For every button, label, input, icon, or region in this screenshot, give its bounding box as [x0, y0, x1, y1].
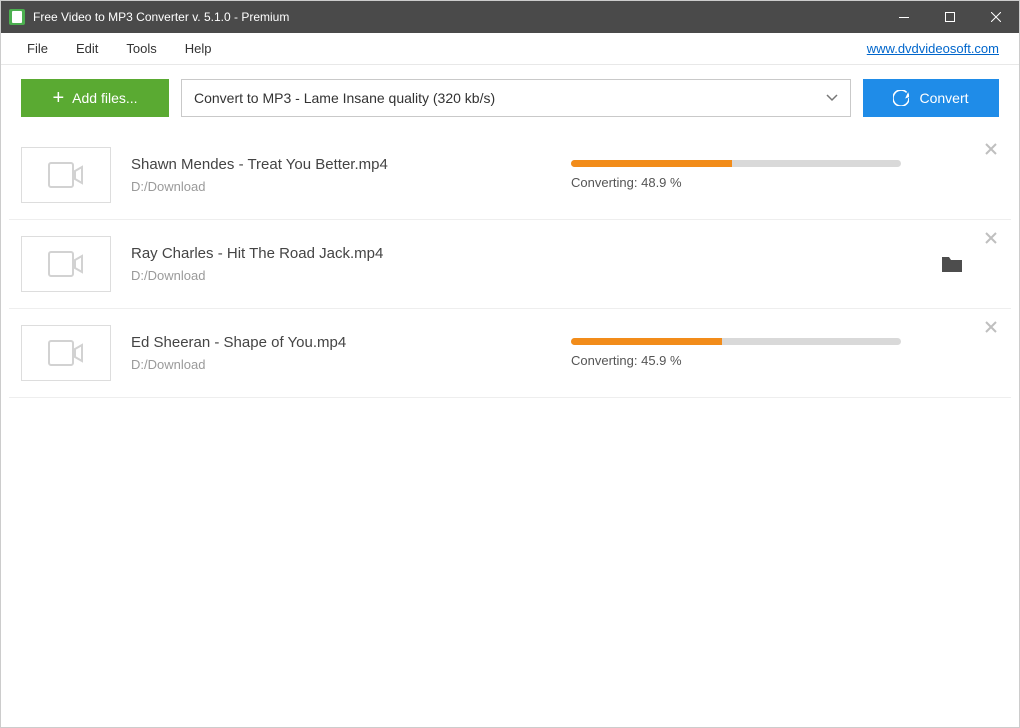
file-list: Shawn Mendes - Treat You Better.mp4 D:/D… — [1, 131, 1019, 398]
progress-bar — [571, 338, 901, 345]
website-link[interactable]: www.dvdvideosoft.com — [867, 41, 1007, 56]
menu-help[interactable]: Help — [171, 35, 226, 62]
convert-label: Convert — [919, 90, 968, 106]
file-name: Ray Charles - Hit The Road Jack.mp4 — [131, 245, 571, 262]
window-title: Free Video to MP3 Converter v. 5.1.0 - P… — [33, 10, 881, 24]
file-row: Ray Charles - Hit The Road Jack.mp4 D:/D… — [9, 220, 1011, 309]
remove-file-icon[interactable] — [985, 232, 997, 244]
convert-button[interactable]: Convert — [863, 79, 999, 117]
add-files-label: Add files... — [72, 90, 137, 106]
status-text: Converting: 48.9 % — [571, 175, 979, 190]
app-icon — [9, 9, 25, 25]
toolbar: + Add files... Convert to MP3 - Lame Ins… — [1, 65, 1019, 131]
menubar: File Edit Tools Help www.dvdvideosoft.co… — [1, 33, 1019, 65]
file-meta: Shawn Mendes - Treat You Better.mp4 D:/D… — [131, 156, 571, 194]
progress-bar — [571, 160, 901, 167]
file-meta: Ray Charles - Hit The Road Jack.mp4 D:/D… — [131, 245, 571, 283]
refresh-icon — [893, 90, 909, 106]
chevron-down-icon — [826, 94, 838, 102]
video-thumbnail — [21, 147, 111, 203]
file-path: D:/Download — [131, 268, 571, 283]
close-button[interactable] — [973, 1, 1019, 33]
menu-edit[interactable]: Edit — [62, 35, 112, 62]
format-label: Convert to MP3 - Lame Insane quality (32… — [194, 90, 495, 106]
file-name: Ed Sheeran - Shape of You.mp4 — [131, 334, 571, 351]
video-thumbnail — [21, 325, 111, 381]
file-row: Ed Sheeran - Shape of You.mp4 D:/Downloa… — [9, 309, 1011, 398]
file-path: D:/Download — [131, 179, 571, 194]
remove-file-icon[interactable] — [985, 143, 997, 155]
file-meta: Ed Sheeran - Shape of You.mp4 D:/Downloa… — [131, 334, 571, 372]
file-row: Shawn Mendes - Treat You Better.mp4 D:/D… — [9, 131, 1011, 220]
file-name: Shawn Mendes - Treat You Better.mp4 — [131, 156, 571, 173]
video-thumbnail — [21, 236, 111, 292]
open-folder-icon[interactable] — [941, 255, 963, 273]
remove-file-icon[interactable] — [985, 321, 997, 333]
format-dropdown[interactable]: Convert to MP3 - Lame Insane quality (32… — [181, 79, 851, 117]
titlebar: Free Video to MP3 Converter v. 5.1.0 - P… — [1, 1, 1019, 33]
minimize-button[interactable] — [881, 1, 927, 33]
menu-file[interactable]: File — [13, 35, 62, 62]
file-path: D:/Download — [131, 357, 571, 372]
maximize-button[interactable] — [927, 1, 973, 33]
progress-column: Converting: 48.9 % — [571, 160, 999, 190]
menu-tools[interactable]: Tools — [112, 35, 170, 62]
progress-column: Converting: 45.9 % — [571, 338, 999, 368]
add-files-button[interactable]: + Add files... — [21, 79, 169, 117]
status-text: Converting: 45.9 % — [571, 353, 979, 368]
